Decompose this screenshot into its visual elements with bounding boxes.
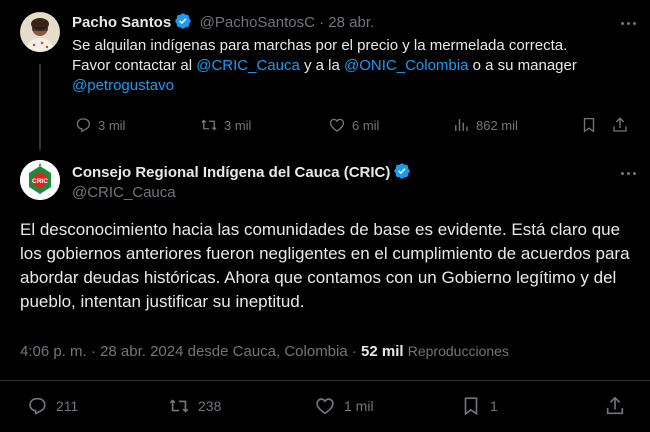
share-button[interactable]: [611, 116, 635, 134]
like-button[interactable]: 6 mil: [328, 116, 379, 134]
tweet-timestamp[interactable]: 4:06 p. m. · 28 abr. 2024 desde Cauca, C…: [20, 343, 357, 360]
repost-button[interactable]: 238: [168, 395, 221, 417]
author-handle[interactable]: @CRIC_Cauca: [72, 184, 176, 201]
bookmark-button[interactable]: 1: [460, 395, 498, 417]
mention-link[interactable]: @ONIC_Colombia: [344, 57, 468, 74]
share-icon: [613, 117, 627, 132]
analytics-icon: [455, 119, 468, 131]
tweet1-text: Se alquilan indígenas para marchas por e…: [72, 36, 632, 96]
share-icon: [606, 396, 624, 415]
bookmark-button[interactable]: [580, 116, 604, 134]
heart-icon: [316, 398, 334, 415]
more-options-icon[interactable]: [621, 22, 636, 25]
mention-link[interactable]: @petrogustavo: [72, 77, 174, 94]
divider: [0, 380, 650, 381]
views-label: Reproducciones: [407, 343, 509, 359]
avatar[interactable]: [20, 12, 60, 52]
author-name[interactable]: Pacho Santos: [72, 14, 171, 31]
author-handle[interactable]: @PachoSantosC: [200, 14, 315, 31]
tweet2-text: El desconocimiento hacia las comunidades…: [20, 220, 630, 311]
avatar[interactable]: CRIC: [20, 160, 60, 200]
heart-icon: [329, 118, 345, 132]
views-button[interactable]: 862 mil: [452, 116, 518, 134]
tweet-meta: 4:06 p. m. · 28 abr. 2024 desde Cauca, C…: [20, 343, 509, 360]
svg-text:CRIC: CRIC: [32, 178, 48, 185]
tweet1-text-line1: Se alquilan indígenas para marchas por e…: [72, 37, 568, 54]
verified-badge-icon: [393, 162, 411, 180]
bookmark-icon: [583, 117, 595, 133]
author-name[interactable]: Consejo Regional Indígena del Cauca (CRI…: [72, 164, 390, 181]
thread-line: [39, 64, 41, 150]
repost-icon: [169, 399, 189, 413]
verified-badge-icon: [174, 12, 192, 30]
reply-button[interactable]: 211: [26, 395, 78, 417]
tweet1-header: Pacho Santos @PachoSantosC · 28 abr.: [72, 12, 375, 31]
reply-icon: [29, 397, 46, 416]
reply-icon: [76, 118, 91, 133]
repost-button[interactable]: 3 mil: [200, 116, 251, 134]
tweet2-header: Consejo Regional Indígena del Cauca (CRI…: [72, 162, 411, 182]
views-count: 52 mil: [361, 343, 404, 360]
mention-link[interactable]: @CRIC_Cauca: [196, 57, 300, 74]
tweet-date[interactable]: 28 abr.: [328, 14, 374, 31]
reply-button[interactable]: 3 mil: [74, 116, 125, 134]
bookmark-icon: [464, 397, 478, 416]
share-button[interactable]: [604, 395, 634, 417]
like-button[interactable]: 1 mil: [314, 395, 374, 417]
repost-icon: [201, 119, 217, 131]
more-options-icon[interactable]: [621, 172, 636, 175]
